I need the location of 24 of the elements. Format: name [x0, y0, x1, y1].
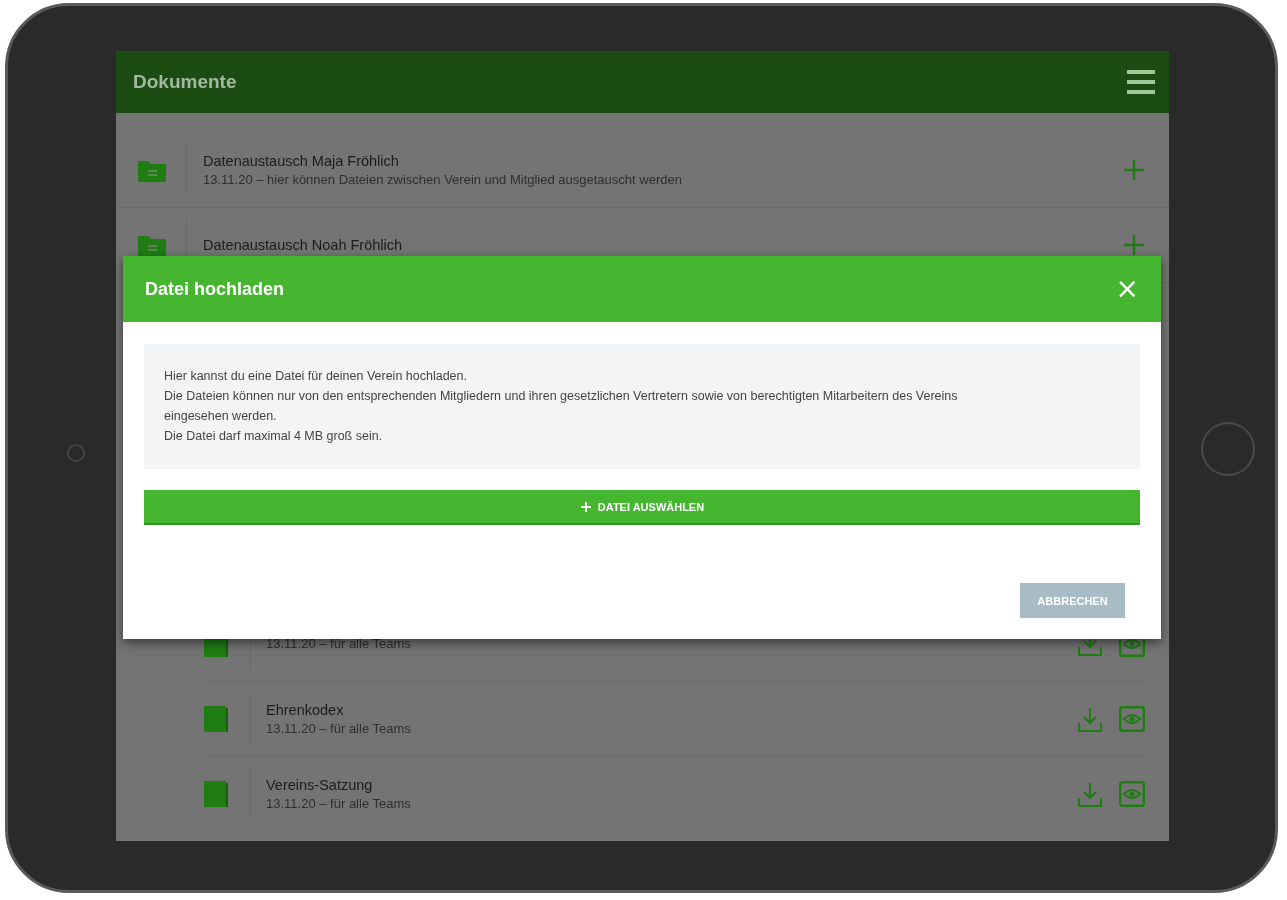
folder-icon	[138, 158, 166, 182]
info-text: Die Datei darf maximal 4 MB groß sein.	[164, 428, 384, 445]
document-title: Vereins-Satzung	[266, 777, 374, 793]
select-file-button[interactable]: DATEI AUSWÄHLEN	[144, 490, 1140, 525]
info-text: Die Dateien können nur von den entsprechenden Mitgliedern und ihren gesetzlichen Vertretern sowie von berechtigten Mitarbeitern des Vereins eingesehen werden.	[164, 388, 959, 425]
document-icon	[204, 706, 228, 732]
document-title: Datenaustausch Noah Fröhlich	[203, 237, 404, 253]
add-icon[interactable]	[1124, 235, 1144, 255]
document-subtitle: 13.11.20 – für alle Teams	[266, 721, 412, 736]
document-subtitle: 13.11.20 – für alle Teams	[266, 796, 412, 811]
document-icon	[204, 781, 228, 807]
info-text: Hier kannst du eine Datei für deinen Verein hochladen.	[164, 368, 468, 385]
add-icon[interactable]	[1124, 160, 1144, 180]
document-title: Datenaustausch Maja Fröhlich	[203, 153, 400, 169]
app-title: Dokumente	[133, 71, 237, 93]
document-subtitle: 13.11.20 – für alle Teams	[266, 636, 412, 651]
folder-icon	[138, 233, 166, 257]
document-subtitle: 13.11.20 – hier können Dateien zwischen Verein und Mitglied ausgetauscht werden	[203, 172, 683, 187]
menu-icon[interactable]	[1127, 69, 1155, 95]
document-title: Ehrenkodex	[266, 702, 345, 718]
folder-row[interactable]: Datenaustausch Maja Fröhlich 13.11.20 – hier können Dateien zwischen Verein und Mitglied ausgetauscht werden	[116, 133, 1169, 208]
plus-icon	[579, 500, 592, 513]
camera-dot	[67, 444, 85, 462]
cancel-button[interactable]: ABBRECHEN	[1020, 583, 1125, 618]
